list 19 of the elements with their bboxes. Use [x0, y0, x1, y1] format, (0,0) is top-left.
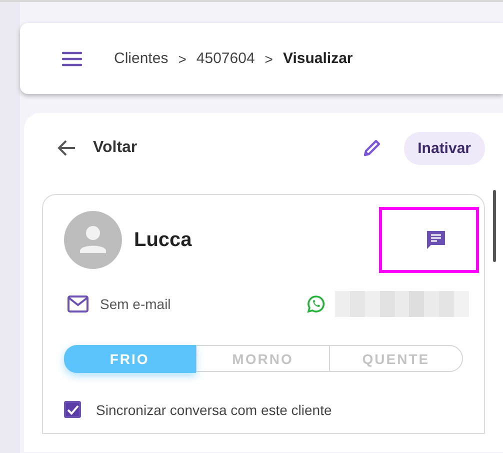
mail-icon — [67, 295, 89, 313]
breadcrumb-link[interactable]: 4507604 — [196, 50, 255, 67]
checkbox[interactable] — [64, 401, 81, 418]
edit-icon[interactable] — [362, 138, 382, 158]
breadcrumb-current: Visualizar — [282, 50, 353, 67]
back-arrow-icon[interactable] — [57, 139, 77, 157]
breadcrumb-separator: > — [264, 50, 273, 66]
client-name: Lucca — [134, 228, 193, 252]
back-link[interactable]: Voltar — [93, 139, 362, 157]
deactivate-button[interactable]: Inativar — [404, 132, 485, 164]
avatar-icon — [64, 211, 122, 269]
menu-icon[interactable] — [62, 50, 82, 66]
breadcrumb-separator: > — [178, 50, 186, 66]
breadcrumb-link[interactable]: Clientes — [114, 50, 168, 67]
checkbox-label[interactable]: Sincronizar conversa com este cliente — [96, 402, 332, 418]
whatsapp-icon — [307, 295, 325, 313]
scrollbar[interactable] — [493, 190, 496, 262]
email-text: Sem e-mail — [100, 296, 172, 312]
chat-icon[interactable] — [425, 229, 447, 251]
